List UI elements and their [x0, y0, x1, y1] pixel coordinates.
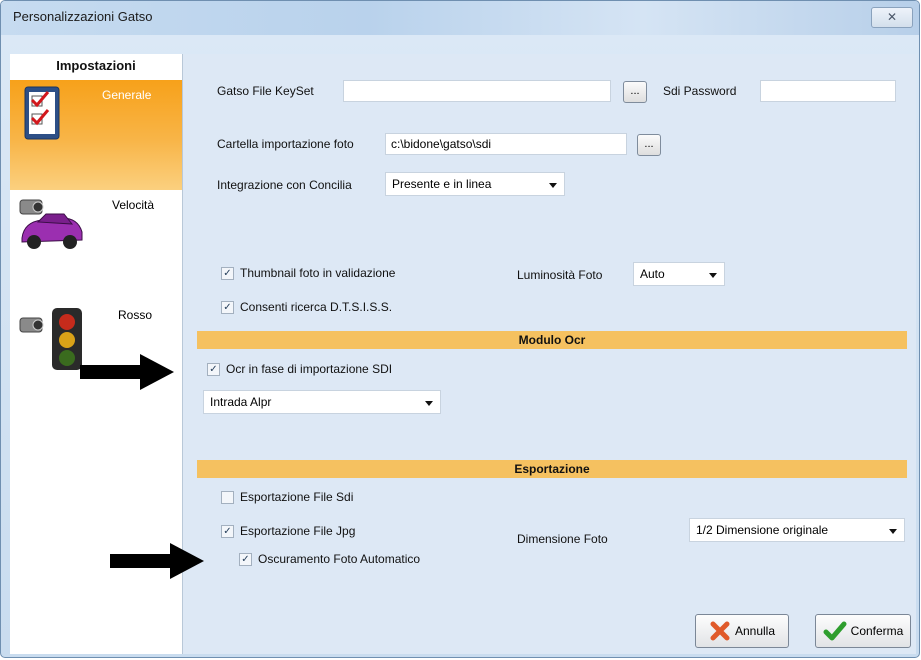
concilia-value: Presente e in linea — [392, 177, 492, 191]
chevron-down-icon — [889, 529, 897, 534]
thumbnail-checkbox[interactable]: ✓ Thumbnail foto in validazione — [221, 266, 395, 280]
cancel-icon — [710, 621, 730, 641]
checkbox-box[interactable] — [221, 490, 234, 504]
brightness-label: Luminosità Foto — [517, 268, 603, 282]
dtsiss-label: Consenti ricerca D.T.S.I.S.S. — [240, 300, 393, 314]
window-title: Personalizzazioni Gatso — [13, 9, 153, 24]
ocr-section-header: Modulo Ocr — [197, 331, 907, 349]
speed-camera-car-icon — [19, 199, 83, 249]
concilia-label: Integrazione con Concilia — [217, 178, 352, 192]
import-folder-label: Cartella importazione foto — [217, 137, 354, 151]
confirm-label: Conferma — [850, 624, 904, 638]
checkbox-box[interactable]: ✓ — [221, 266, 234, 280]
cancel-button[interactable]: Annulla — [695, 614, 789, 648]
blur-checkbox[interactable]: ✓ Oscuramento Foto Automatico — [239, 552, 420, 566]
title-bar[interactable]: Personalizzazioni Gatso ✕ — [1, 1, 919, 35]
keyset-browse-button[interactable]: ... — [623, 81, 647, 103]
chevron-down-icon — [549, 183, 557, 188]
close-icon: ✕ — [886, 10, 898, 24]
settings-panel: Gatso File KeySet ... Sdi Password Carte… — [183, 54, 916, 654]
export-section-header: Esportazione — [197, 460, 907, 478]
sidebar-item-velocita[interactable]: Velocità — [10, 190, 182, 300]
photo-size-value: 1/2 Dimensione originale — [696, 523, 829, 537]
confirm-button[interactable]: Conferma — [815, 614, 911, 648]
sidebar-header: Impostazioni — [56, 58, 136, 73]
sidebar-item-generale[interactable]: Generale — [10, 80, 182, 190]
sidebar-item-label: Generale — [102, 88, 152, 102]
chevron-down-icon — [709, 273, 717, 278]
export-jpg-checkbox[interactable]: ✓ Esportazione File Jpg — [221, 524, 355, 538]
checkmark-icon — [823, 621, 847, 641]
ocr-import-label: Ocr in fase di importazione SDI — [226, 362, 393, 376]
checkbox-box[interactable]: ✓ — [221, 300, 234, 314]
keyset-input[interactable] — [343, 80, 611, 102]
ocr-engine-select[interactable]: Intrada Alpr — [203, 390, 441, 414]
checkbox-box[interactable]: ✓ — [207, 362, 220, 376]
export-sdi-label: Esportazione File Sdi — [240, 490, 354, 504]
checkbox-box[interactable]: ✓ — [239, 552, 252, 566]
export-jpg-label: Esportazione File Jpg — [240, 524, 356, 538]
import-folder-browse-button[interactable]: ... — [637, 134, 661, 156]
keyset-label: Gatso File KeySet — [217, 84, 314, 98]
concilia-select[interactable]: Presente e in linea — [385, 172, 565, 196]
cancel-label: Annulla — [734, 624, 776, 638]
photo-size-select[interactable]: 1/2 Dimensione originale — [689, 518, 905, 542]
sdi-password-label: Sdi Password — [663, 84, 737, 98]
brightness-value: Auto — [640, 267, 665, 281]
import-folder-input[interactable]: c:\bidone\gatso\sdi — [385, 133, 627, 155]
export-sdi-checkbox[interactable]: Esportazione File Sdi — [221, 490, 353, 504]
photo-size-label: Dimensione Foto — [517, 532, 608, 546]
sidebar-item-label: Rosso — [118, 308, 153, 322]
ocr-engine-value: Intrada Alpr — [210, 395, 272, 409]
chevron-down-icon — [425, 401, 433, 406]
brightness-select[interactable]: Auto — [633, 262, 725, 286]
checklist-icon — [24, 86, 60, 140]
pointer-arrow-icon — [80, 354, 174, 390]
sdi-password-input[interactable] — [760, 80, 896, 102]
pointer-arrow-icon — [110, 543, 204, 579]
close-button[interactable]: ✕ — [871, 7, 913, 28]
ocr-import-checkbox[interactable]: ✓ Ocr in fase di importazione SDI — [207, 362, 392, 376]
sidebar-item-label: Velocità — [112, 198, 155, 212]
thumbnail-label: Thumbnail foto in validazione — [240, 266, 396, 280]
checkbox-box[interactable]: ✓ — [221, 524, 234, 538]
dtsiss-checkbox[interactable]: ✓ Consenti ricerca D.T.S.I.S.S. — [221, 300, 392, 314]
blur-label: Oscuramento Foto Automatico — [258, 552, 421, 566]
